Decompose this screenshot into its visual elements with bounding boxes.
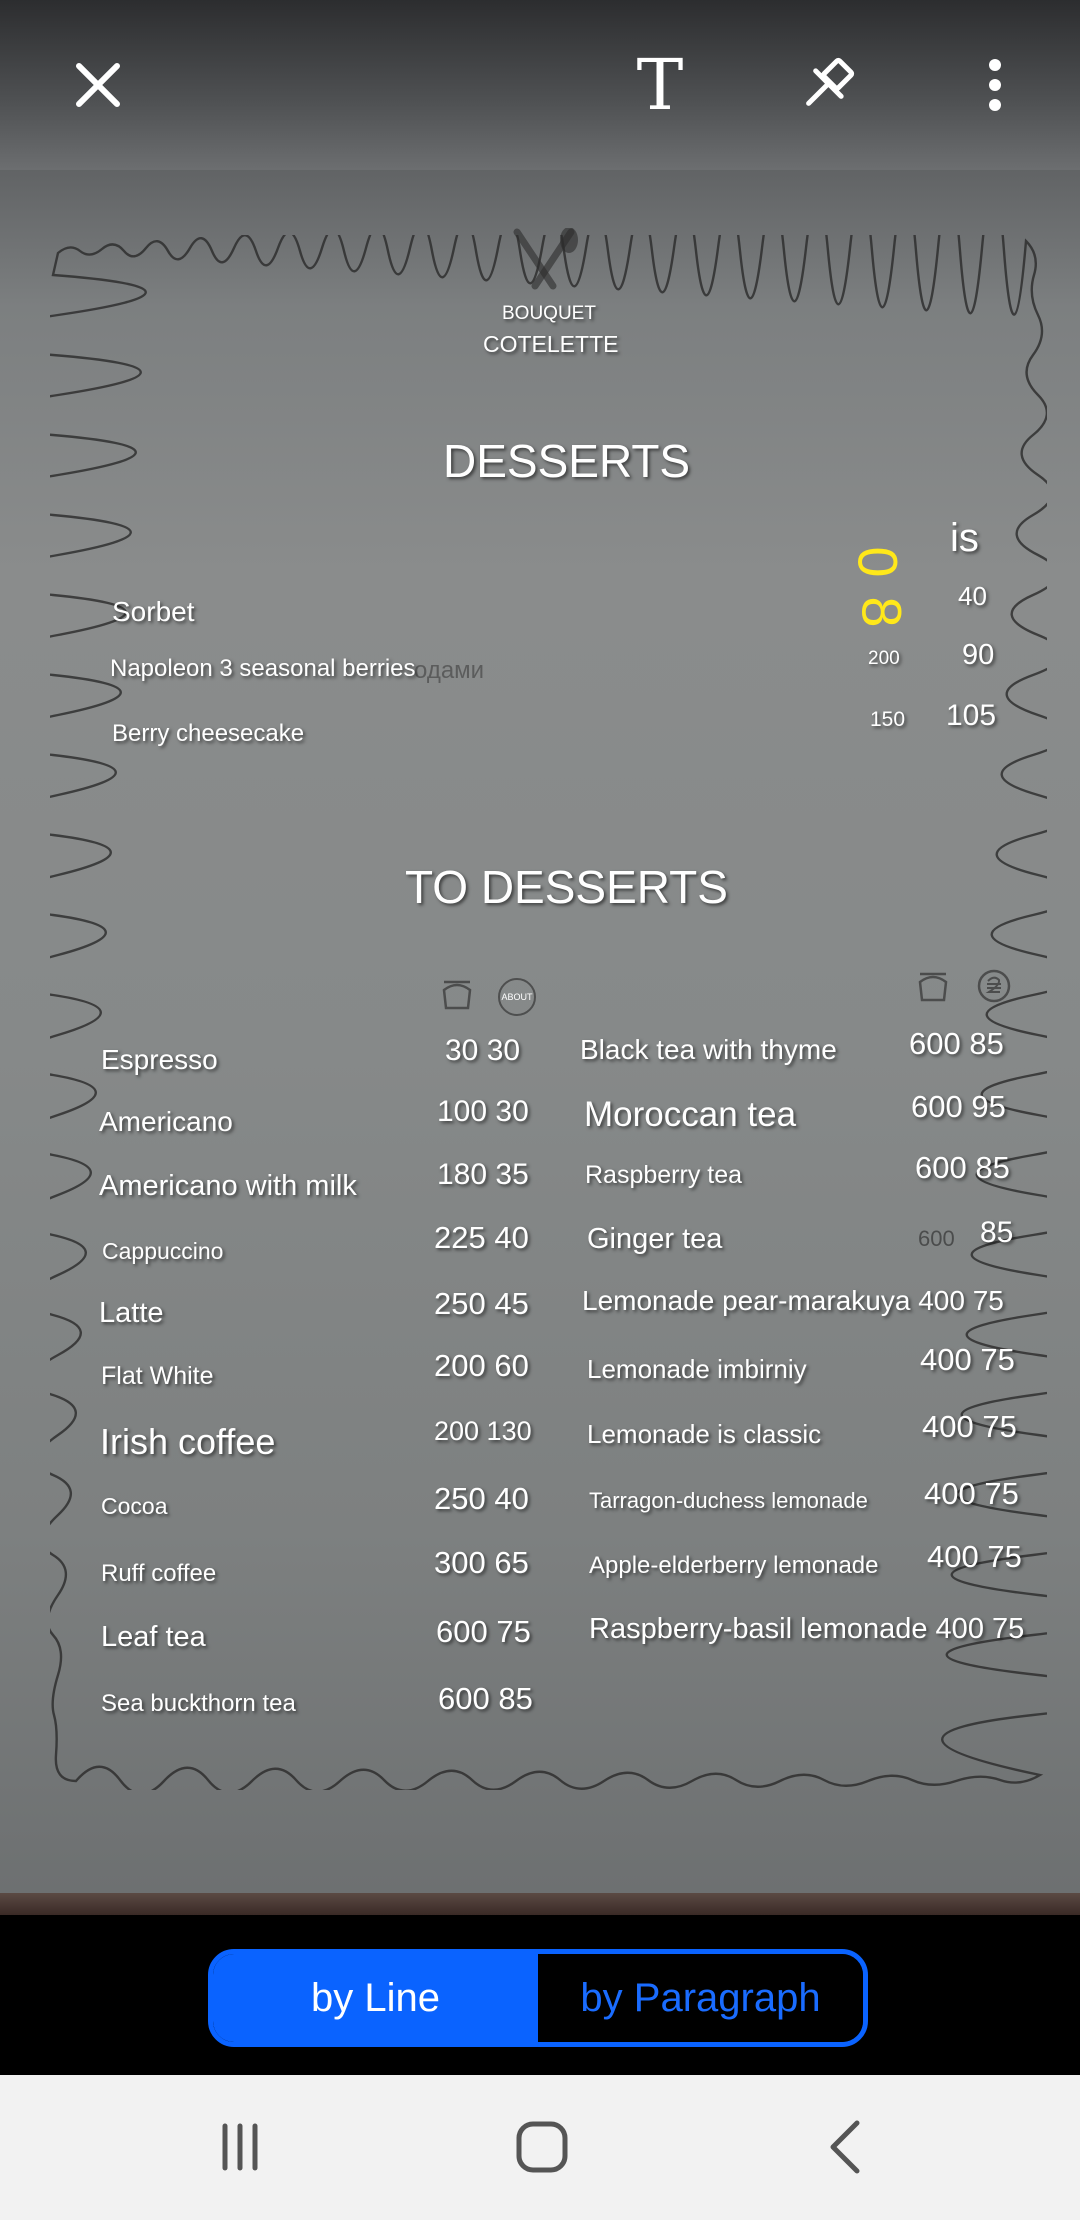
drink-name[interactable]: Lemonade is classic — [587, 1421, 821, 1447]
brand-name-text[interactable]: COTELETTE — [483, 333, 618, 356]
home-button[interactable] — [492, 2107, 592, 2187]
drink-values[interactable]: 300 65 — [434, 1547, 529, 1578]
drink-name[interactable]: Leaf tea — [101, 1623, 206, 1652]
drink-values[interactable]: 30 30 — [445, 1036, 520, 1066]
about-badge-text: ABOUT — [501, 992, 533, 1002]
drink-values[interactable]: 250 45 — [434, 1288, 529, 1319]
drink-values[interactable]: 250 40 — [434, 1483, 529, 1514]
text-format-button[interactable]: T — [615, 40, 705, 130]
by-line-button[interactable]: by Line — [213, 1954, 538, 2042]
by-paragraph-button[interactable]: by Paragraph — [538, 1954, 863, 2042]
drink-weight: 600 — [918, 1226, 955, 1251]
screen: одами BOUQUET COTELETTE DESSERTS 0 8 is … — [0, 0, 1080, 2220]
drink-name[interactable]: Espresso — [101, 1046, 218, 1074]
dessert-price[interactable]: 90 — [962, 641, 994, 670]
drink-values[interactable]: 180 35 — [437, 1160, 529, 1190]
recognition-mode-toggle: by Line by Paragraph — [208, 1949, 868, 2047]
dessert-name[interactable]: Berry cheesecake — [112, 722, 304, 746]
more-vertical-icon — [989, 59, 1001, 111]
weight-scale-icon — [918, 972, 948, 1002]
drink-name[interactable]: Tarragon-duchess lemonade — [589, 1490, 868, 1512]
drink-name[interactable]: Ruff coffee — [101, 1562, 216, 1586]
drink-values[interactable]: 85 — [980, 1218, 1013, 1248]
more-options-button[interactable] — [950, 40, 1040, 130]
drink-name[interactable]: Irish coffee — [100, 1424, 275, 1460]
printed-text-fragment: одами — [414, 657, 485, 684]
drink-values[interactable]: 225 40 — [434, 1222, 529, 1253]
recents-button[interactable] — [190, 2107, 290, 2187]
drink-values[interactable]: 600 85 — [438, 1683, 533, 1714]
drink-values[interactable]: 100 30 — [437, 1097, 529, 1127]
dessert-weight[interactable]: 150 — [870, 709, 905, 730]
system-navigation-bar — [0, 2075, 1080, 2220]
dessert-price[interactable]: 40 — [958, 583, 987, 609]
about-badge-icon: ABOUT — [498, 978, 536, 1016]
column-header-text[interactable]: is — [950, 518, 979, 558]
drink-values[interactable]: 600 95 — [911, 1091, 1006, 1122]
drink-name[interactable]: Latte — [99, 1299, 164, 1328]
ocr-mark-eight[interactable]: 8 — [851, 596, 914, 627]
back-button[interactable] — [795, 2107, 895, 2187]
brand-small-text[interactable]: BOUQUET — [502, 304, 596, 323]
to-desserts-heading[interactable]: TO DESSERTS — [405, 864, 728, 910]
drink-name[interactable]: Raspberry-basil lemonade 400 75 — [589, 1615, 1024, 1644]
drink-values[interactable]: 600 85 — [915, 1152, 1010, 1183]
drink-values[interactable]: 600 75 — [436, 1616, 531, 1647]
text-format-icon: T — [636, 44, 684, 126]
close-icon — [76, 63, 120, 107]
utensils-logo-icon — [513, 228, 578, 290]
drink-values[interactable]: 600 85 — [909, 1028, 1004, 1059]
drink-name[interactable]: Americano with milk — [99, 1172, 357, 1201]
recents-icon — [222, 2123, 258, 2171]
drink-name[interactable]: Flat White — [101, 1364, 214, 1389]
weight-scale-icon — [442, 980, 472, 1010]
drink-name[interactable]: Black tea with thyme — [580, 1036, 837, 1064]
close-button[interactable] — [53, 40, 143, 130]
dessert-weight[interactable]: 200 — [868, 649, 900, 668]
desserts-heading[interactable]: DESSERTS — [443, 438, 690, 484]
dessert-name[interactable]: Napoleon 3 seasonal berries — [110, 657, 416, 681]
drink-name[interactable]: Lemonade imbirniy — [587, 1356, 807, 1382]
drink-name[interactable]: Apple-elderberry lemonade — [589, 1554, 879, 1578]
back-icon — [830, 2120, 860, 2174]
drink-name[interactable]: Ginger tea — [587, 1225, 722, 1254]
home-icon — [516, 2121, 568, 2173]
drink-name[interactable]: Cappuccino — [102, 1240, 223, 1263]
drink-name[interactable]: Cocoa — [101, 1495, 167, 1518]
pin-icon — [806, 57, 855, 106]
drink-values[interactable]: 200 130 — [434, 1418, 532, 1445]
drink-name[interactable]: Americano — [99, 1108, 233, 1136]
drink-name[interactable]: Lemonade pear-marakuya 400 75 — [582, 1287, 1004, 1315]
drink-values[interactable]: 400 75 — [920, 1344, 1015, 1375]
drink-values[interactable]: 400 75 — [922, 1411, 1017, 1442]
drink-name[interactable]: Sea buckthorn tea — [101, 1692, 296, 1716]
drink-name[interactable]: Moroccan tea — [584, 1097, 796, 1132]
hryvnia-currency-icon — [977, 969, 1011, 1003]
drink-values[interactable]: 200 60 — [434, 1350, 529, 1381]
mode-toggle-bar: by Line by Paragraph — [0, 1915, 1080, 2075]
drink-values[interactable]: 400 75 — [927, 1541, 1022, 1572]
ocr-mark-zero[interactable]: 0 — [847, 546, 910, 577]
top-toolbar: T — [0, 0, 1080, 170]
table-edge — [0, 1893, 1080, 1915]
drink-values[interactable]: 400 75 — [924, 1478, 1019, 1509]
dessert-price[interactable]: 105 — [946, 701, 996, 731]
dessert-name[interactable]: Sorbet — [112, 598, 195, 626]
pin-button[interactable] — [782, 40, 872, 130]
drink-name[interactable]: Raspberry tea — [585, 1163, 742, 1188]
